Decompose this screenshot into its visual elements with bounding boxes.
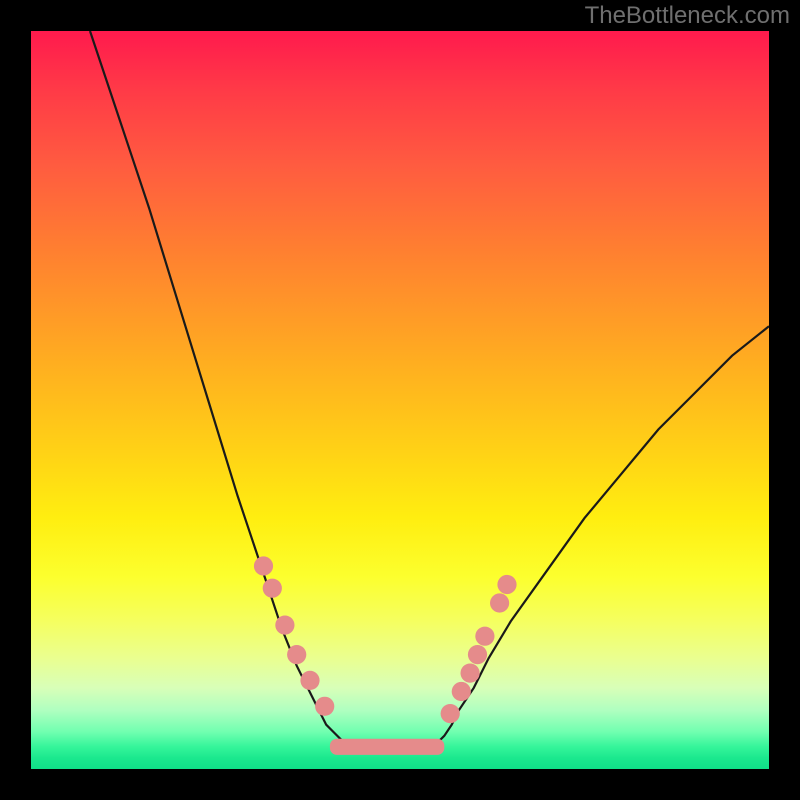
frame: TheBottleneck.com bbox=[0, 0, 800, 800]
watermark-text: TheBottleneck.com bbox=[585, 2, 790, 30]
plot-area bbox=[31, 31, 769, 769]
performance-gradient bbox=[31, 31, 769, 769]
